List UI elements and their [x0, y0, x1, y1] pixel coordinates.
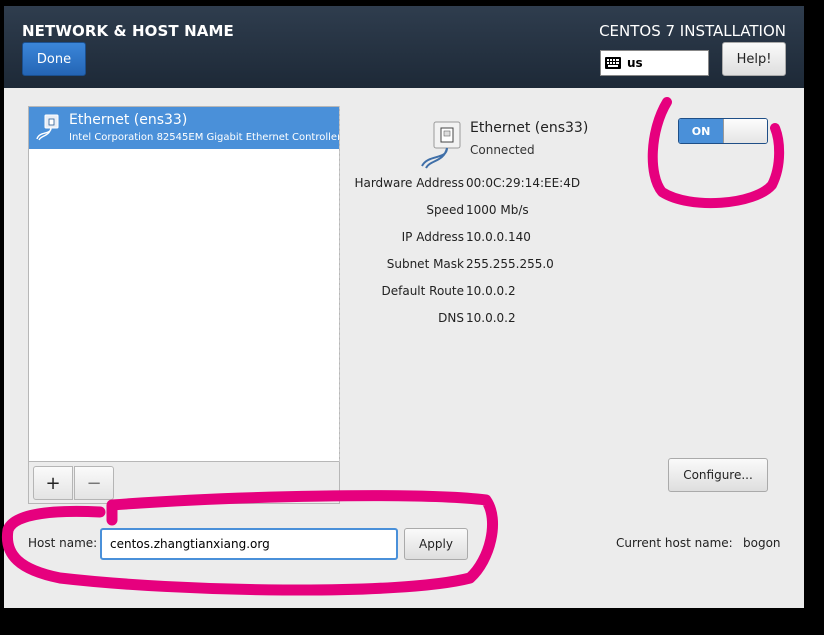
host-name-input[interactable] [100, 528, 398, 560]
apply-button[interactable]: Apply [404, 528, 468, 560]
property-label: DNS [438, 311, 464, 325]
interface-list-item[interactable]: Ethernet (ens33) Intel Corporation 82545… [29, 107, 340, 149]
property-row: Subnet Mask 255.255.255.0 [4, 257, 804, 275]
keyboard-layout-label: us [627, 56, 643, 70]
property-value: 10.0.0.2 [466, 311, 516, 325]
device-name: Ethernet (ens33) [470, 120, 589, 136]
installer-window: NETWORK & HOST NAME Done CENTOS 7 INSTAL… [4, 6, 804, 608]
property-row: IP Address 10.0.0.140 [4, 230, 804, 248]
property-label: Hardware Address [354, 176, 464, 190]
property-row: DNS 10.0.0.2 [4, 311, 804, 329]
done-button[interactable]: Done [22, 42, 86, 76]
keyboard-icon [605, 57, 621, 69]
page-title: NETWORK & HOST NAME [22, 22, 234, 40]
toggle-on-label: ON [679, 119, 723, 143]
help-button[interactable]: Help! [722, 42, 786, 76]
property-value: 10.0.0.2 [466, 284, 516, 298]
current-host-name-value: bogon [743, 536, 781, 550]
property-label: Speed [426, 203, 464, 217]
add-interface-button[interactable]: + [33, 466, 73, 500]
header-bar: NETWORK & HOST NAME Done CENTOS 7 INSTAL… [4, 6, 804, 88]
property-row: Default Route 10.0.0.2 [4, 284, 804, 302]
current-host-name-label: Current host name: [616, 536, 733, 550]
installation-title: CENTOS 7 INSTALLATION [599, 22, 786, 40]
property-row: Hardware Address 00:0C:29:14:EE:4D [4, 176, 804, 194]
property-value: 255.255.255.0 [466, 257, 554, 271]
interface-description: Intel Corporation 82545EM Gigabit Ethern… [69, 132, 340, 143]
property-label: IP Address [401, 230, 464, 244]
device-status: Connected [470, 143, 535, 157]
property-value: 00:0C:29:14:EE:4D [466, 176, 581, 190]
keyboard-layout-indicator[interactable]: us [600, 50, 709, 76]
network-wired-icon [36, 114, 59, 141]
remove-interface-button[interactable]: − [74, 466, 114, 500]
connection-toggle[interactable]: ON [678, 118, 768, 144]
property-row: Speed 1000 Mb/s [4, 203, 804, 221]
toggle-knob[interactable] [723, 119, 767, 143]
property-value: 1000 Mb/s [466, 203, 529, 217]
property-label: Default Route [381, 284, 465, 298]
interface-name: Ethernet (ens33) [69, 112, 188, 128]
network-wired-icon [421, 121, 461, 169]
configure-button[interactable]: Configure... [668, 458, 768, 492]
property-value: 10.0.0.140 [466, 230, 531, 244]
host-name-label: Host name: [28, 536, 98, 550]
property-label: Subnet Mask [386, 257, 464, 271]
